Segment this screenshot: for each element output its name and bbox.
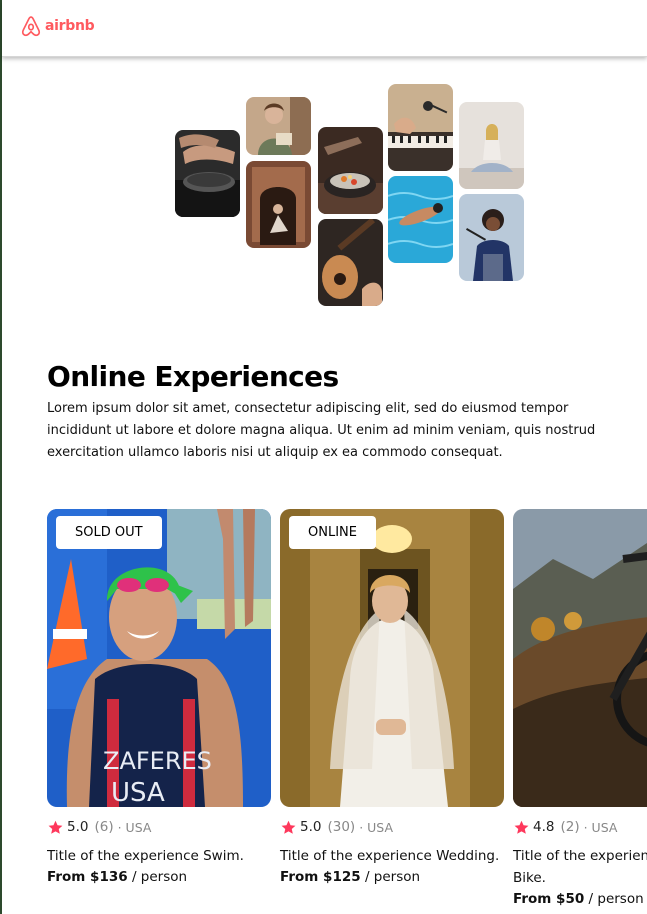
card-stats: 5.0 (6) · USA xyxy=(47,818,271,836)
rating-value: 5.0 xyxy=(67,819,89,835)
card-stats: 4.8 (2) · USA xyxy=(513,818,647,836)
page-description: Lorem ipsum dolor sit amet, consectetur … xyxy=(47,401,596,460)
card-stats: 5.0 (30) · USA xyxy=(280,818,504,836)
page-title: Online Experiences xyxy=(47,360,339,393)
svg-text:ZAFERES: ZAFERES xyxy=(103,747,212,775)
photo-guitar xyxy=(318,219,383,306)
rating-value: 4.8 xyxy=(533,819,555,835)
card-price: From $50 / person xyxy=(513,891,647,907)
star-icon xyxy=(514,820,529,834)
card-title[interactable]: Title of the experience Swim. xyxy=(47,845,271,867)
card-price: From $125 / person xyxy=(280,869,504,885)
price-value: From $50 xyxy=(513,891,585,907)
photo-singer xyxy=(459,194,524,281)
status-badge: ONLINE xyxy=(289,516,376,549)
review-count: (6) xyxy=(94,819,114,835)
card-title[interactable]: Title of the experience Wedding. xyxy=(280,845,504,867)
experience-card[interactable]: 4.8 (2) · USA Title of the experience Mo… xyxy=(513,509,647,907)
status-badge: SOLD OUT xyxy=(56,516,162,549)
price-unit: / person xyxy=(364,869,421,885)
price-unit: / person xyxy=(131,869,188,885)
card-title[interactable]: Title of the experience Mountain Bike. xyxy=(513,845,647,889)
review-count: (2) xyxy=(560,819,580,835)
photo-doorway xyxy=(246,161,311,248)
star-icon xyxy=(48,820,63,834)
photo-cooking xyxy=(175,130,240,217)
photo-piano xyxy=(388,84,453,171)
star-icon xyxy=(281,820,296,834)
experience-card[interactable]: ZAFERES USA SOLD OUT 5.0 (6) · USA Title… xyxy=(47,509,271,885)
experience-card[interactable]: ONLINE 5.0 (30) · USA Title of the exper… xyxy=(280,509,504,885)
price-value: From $136 xyxy=(47,869,128,885)
card-photo-bride[interactable]: ONLINE xyxy=(280,509,504,807)
hero-photo-grid xyxy=(2,0,647,320)
rating-value: 5.0 xyxy=(300,819,322,835)
photo-food-bowl xyxy=(318,127,383,214)
card-price: From $136 / person xyxy=(47,869,271,885)
experience-cards: ZAFERES USA SOLD OUT 5.0 (6) · USA Title… xyxy=(47,509,647,914)
photo-swimmer xyxy=(388,176,453,263)
location: · USA xyxy=(359,819,394,835)
photo-woman-book xyxy=(246,97,311,155)
review-count: (30) xyxy=(327,819,356,835)
price-unit: / person xyxy=(588,891,644,907)
price-value: From $125 xyxy=(280,869,361,885)
photo-yoga xyxy=(459,102,524,189)
card-photo-swimmer[interactable]: ZAFERES USA SOLD OUT xyxy=(47,509,271,807)
location: · USA xyxy=(583,819,618,835)
svg-text:USA: USA xyxy=(111,778,165,807)
location: · USA xyxy=(117,819,152,835)
card-photo-mountain-bike[interactable] xyxy=(513,509,647,807)
